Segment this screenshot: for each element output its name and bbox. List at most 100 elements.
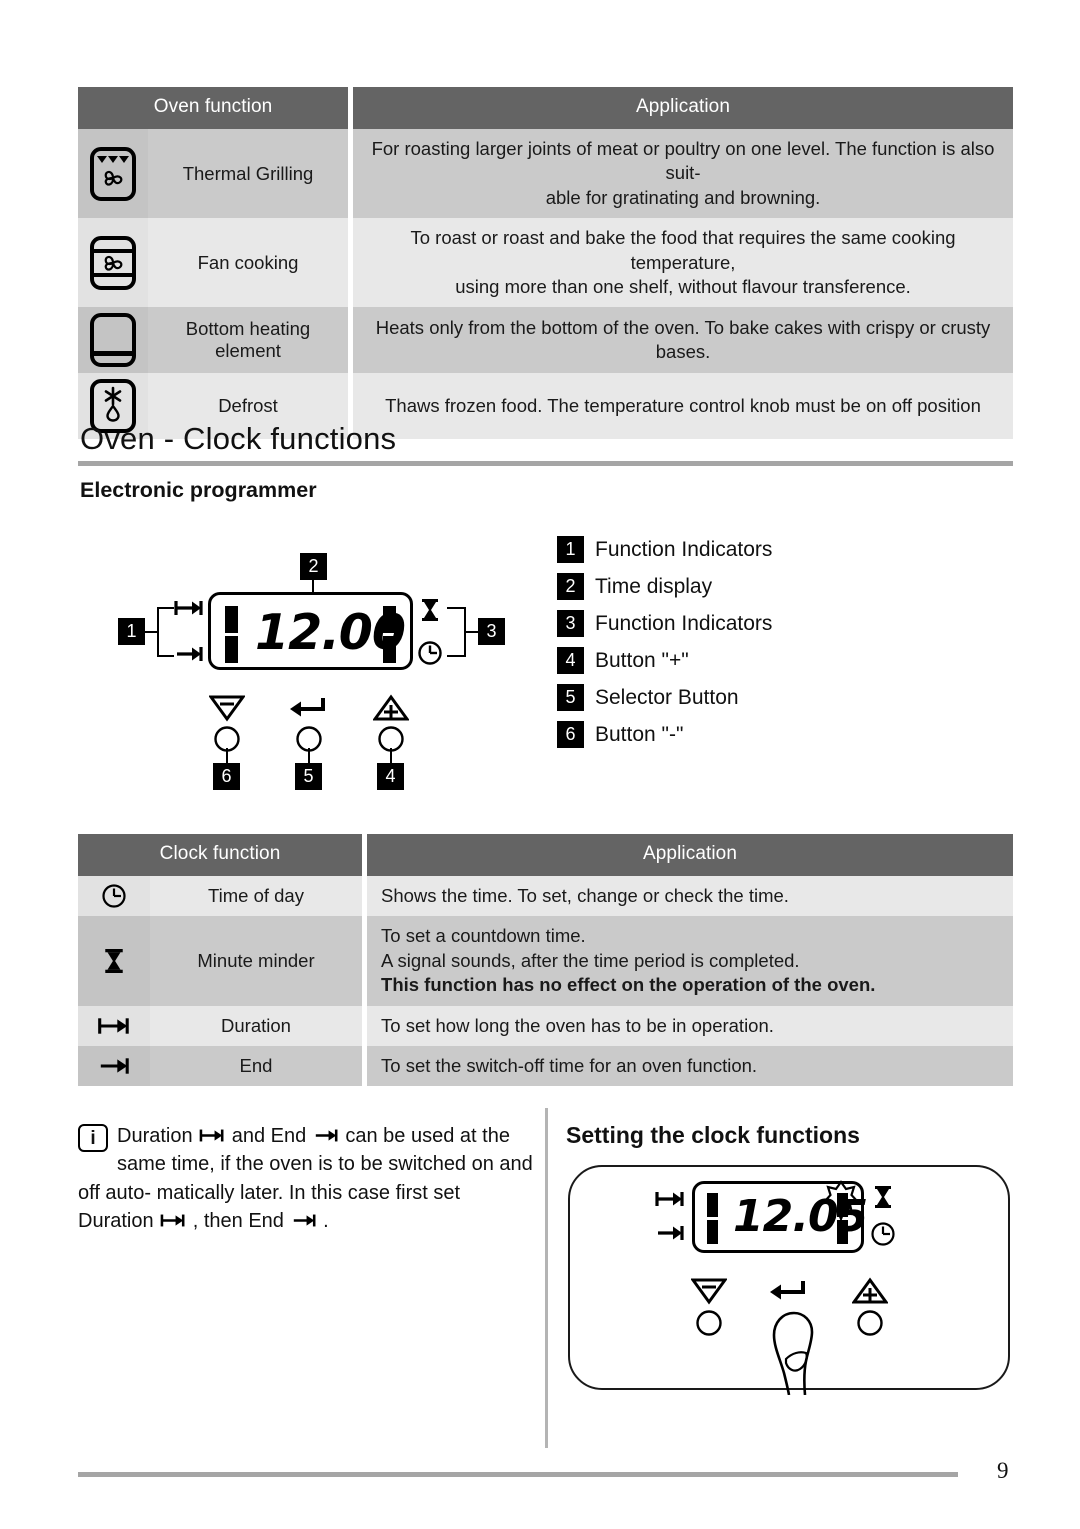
table-row: Thermal Grilling For roasting larger joi… <box>78 129 1013 219</box>
duration-icon <box>98 1018 129 1034</box>
duration-icon <box>160 1214 185 1227</box>
callout-2: 2 <box>300 553 327 580</box>
legend-number: 2 <box>557 573 584 600</box>
callout-3: 3 <box>478 618 505 645</box>
application-line: To set a countdown time. <box>381 925 586 947</box>
legend-item: 1 Function Indicators <box>557 531 772 568</box>
legend-label: Function Indicators <box>595 537 773 561</box>
legend-number: 4 <box>557 647 584 674</box>
time-of-day-icon-cell <box>78 876 150 917</box>
callout-6: 6 <box>213 763 240 790</box>
fan-glyph <box>104 255 123 271</box>
minus-button-icon[interactable] <box>691 1277 727 1305</box>
column-header-oven-function: Oven function <box>78 87 349 129</box>
selector-button-icon[interactable] <box>287 694 327 722</box>
clock-function-application: To set a countdown time. A signal sounds… <box>367 916 1013 1006</box>
minute-minder-icon <box>422 599 438 621</box>
end-icon <box>100 1058 129 1074</box>
left-indicator-bar-bottom <box>707 1220 718 1244</box>
legend-label: Button "+" <box>595 648 689 672</box>
fan-cooking-icon-cell <box>78 218 148 308</box>
grill-heat-arrows <box>94 155 132 163</box>
clock-function-name: End <box>150 1046 363 1087</box>
column-header-application: Application <box>353 87 1013 129</box>
plus-button-icon[interactable] <box>373 694 409 722</box>
selector-button-icon[interactable] <box>767 1277 807 1305</box>
document-page: Oven function Application Thermal Grilli… <box>0 0 1080 1529</box>
bottom-heating-element-icon-cell <box>78 307 148 374</box>
clock-function-table: Clock function Application Time of day S… <box>78 834 1013 1087</box>
finger-pressing-icon <box>772 1311 814 1395</box>
control-panel-illustration: 12.05 <box>568 1165 1010 1395</box>
note-text-6: , then <box>192 1210 243 1233</box>
footer-rule <box>78 1472 958 1477</box>
table-row: Duration To set how long the oven has to… <box>78 1005 1013 1047</box>
snowflake-drop-glyph <box>104 386 122 422</box>
legend-number: 5 <box>557 684 584 711</box>
duration-indicator-icon <box>174 601 203 615</box>
plus-button-circle[interactable] <box>855 1309 885 1337</box>
legend-item: 4 Button "+" <box>557 642 772 679</box>
legend-number: 1 <box>557 536 584 563</box>
callout-1-bracket-top <box>157 607 174 609</box>
column-divider <box>545 1108 548 1448</box>
table-header-row: Oven function Application <box>78 87 1013 129</box>
clock-function-name: Minute minder <box>150 916 363 1006</box>
oven-function-table: Oven function Application Thermal Grilli… <box>78 87 1013 440</box>
thermal-grilling-icon <box>90 146 136 201</box>
left-indicator-bar-bottom <box>225 636 238 663</box>
legend-number: 3 <box>557 610 584 637</box>
oven-function-application: For roasting larger joints of meat or po… <box>353 129 1013 219</box>
callout-1-bracket <box>157 607 159 657</box>
note-text-1: Duration <box>117 1125 193 1147</box>
info-icon: i <box>78 1124 108 1152</box>
minus-button-icon[interactable] <box>209 694 245 722</box>
subsection-title: Electronic programmer <box>80 478 317 502</box>
table-row: End To set the switch-off time for an ov… <box>78 1046 1013 1087</box>
oven-function-name: Fan cooking <box>148 218 349 308</box>
application-line: A signal sounds, after the time period i… <box>381 949 800 971</box>
legend-label: Time display <box>595 574 713 598</box>
fan-glyph <box>104 171 123 186</box>
time-of-day-icon <box>871 1222 895 1246</box>
clock-function-application: To set the switch-off time for an oven f… <box>367 1046 1013 1087</box>
bottom-heat-bar <box>93 351 133 357</box>
application-line-emphasis: This function has no effect on the opera… <box>381 974 876 996</box>
minus-button-circle[interactable] <box>694 1309 724 1337</box>
clock-function-name: Time of day <box>150 876 363 917</box>
plus-button-icon[interactable] <box>852 1277 888 1305</box>
legend-label: Selector Button <box>595 685 739 709</box>
minute-minder-icon <box>105 949 123 974</box>
title-rule <box>78 461 1013 466</box>
legend-item: 5 Selector Button <box>557 679 772 716</box>
callout-1: 1 <box>118 618 145 645</box>
time-of-day-icon <box>102 884 126 908</box>
table-header-row: Clock function Application <box>78 834 1013 876</box>
end-indicator-icon <box>177 647 203 661</box>
note-text-2: and End <box>231 1125 307 1147</box>
callout-4: 4 <box>377 763 404 790</box>
end-indicator-icon <box>658 1226 684 1240</box>
oven-function-name: Thermal Grilling <box>148 129 349 219</box>
callout-5: 5 <box>295 763 322 790</box>
legend-label: Function Indicators <box>595 611 773 635</box>
page-number: 9 <box>997 1458 1009 1483</box>
table-row: Fan cooking To roast or roast and bake t… <box>78 218 1013 308</box>
oven-function-application: To roast or roast and bake the food that… <box>353 218 1013 308</box>
thermal-grilling-icon-cell <box>78 129 148 219</box>
duration-icon <box>199 1129 224 1142</box>
bottom-heating-element-icon <box>90 313 136 368</box>
minute-minder-icon-cell <box>78 916 150 1006</box>
callout-1-bracket-bottom <box>157 655 174 657</box>
programmer-display: 12.00 <box>208 592 413 670</box>
left-indicator-bar-top <box>225 606 238 633</box>
oven-function-application: Heats only from the bottom of the oven. … <box>353 307 1013 374</box>
flashing-indicator-icon <box>823 1180 859 1223</box>
table-row: Time of day Shows the time. To set, chan… <box>78 876 1013 917</box>
table-row: Bottom heating element Heats only from t… <box>78 307 1013 374</box>
programmer-legend: 1 Function Indicators 2 Time display 3 F… <box>557 531 772 753</box>
programmer-display: 12.05 <box>692 1180 868 1253</box>
oven-function-name: Bottom heating element <box>148 307 349 374</box>
callout-3-leader <box>464 631 478 633</box>
legend-label: Button "-" <box>595 722 684 746</box>
